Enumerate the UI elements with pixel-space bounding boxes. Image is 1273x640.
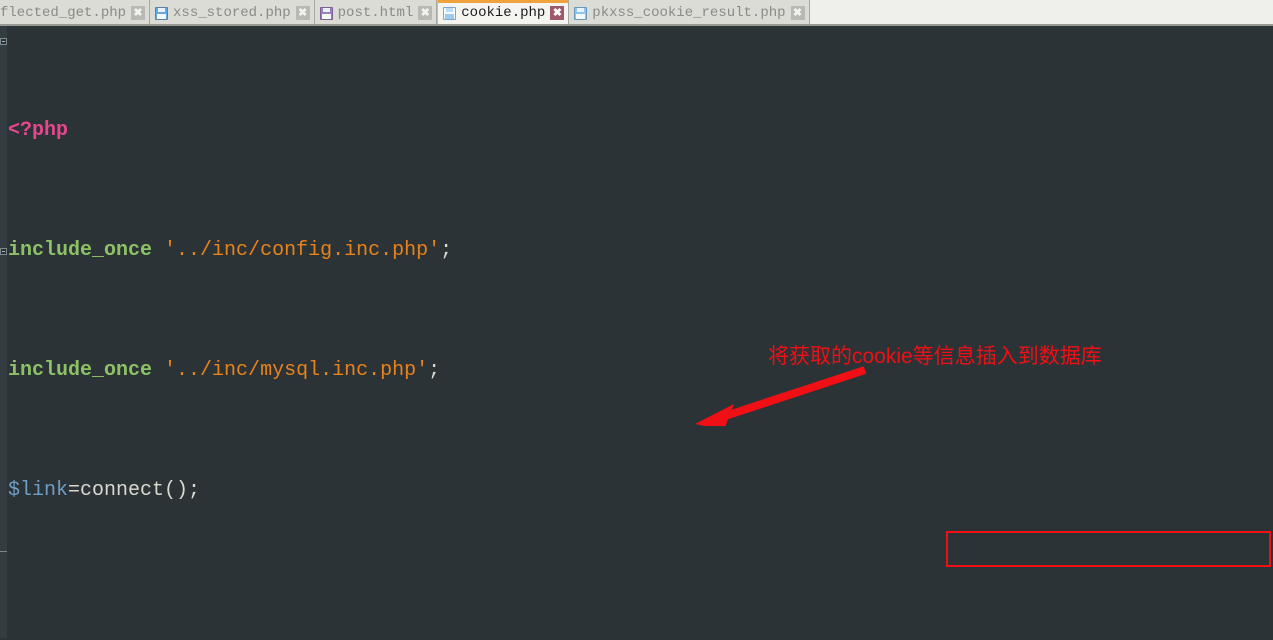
tab-label: cookie.php xyxy=(461,5,546,21)
variable-link: $link xyxy=(8,479,69,502)
tab-pkxss-cookie-result-php[interactable]: pkxss_cookie_result.php ✖ xyxy=(569,0,810,24)
tab-flected-get-php[interactable]: flected_get.php ✖ xyxy=(0,0,151,24)
tab-close-icon[interactable]: ✖ xyxy=(295,6,310,20)
tab-post-html[interactable]: post.html ✖ xyxy=(314,0,438,24)
tab-close-icon[interactable]: ✖ xyxy=(790,6,805,20)
tab-label: xss_stored.php xyxy=(173,5,291,21)
php-open-tag: <?php xyxy=(8,119,69,142)
file-icon xyxy=(319,6,333,20)
tab-close-icon[interactable]: ✖ xyxy=(418,6,433,20)
annotation-insert-note: 将获取的cookie等信息插入到数据库 xyxy=(768,345,1102,368)
keyword-include-once: include_once xyxy=(8,359,153,382)
semicolon: ; xyxy=(440,239,453,262)
string-mysql-path: '../inc/mysql.inc.php' xyxy=(164,359,429,382)
tab-cookie-php[interactable]: cookie.php ✖ xyxy=(437,0,570,24)
assign-operator: = xyxy=(68,479,81,502)
keyword-include-once: include_once xyxy=(8,239,153,262)
editor-tab-bar: flected_get.php ✖ xss_stored.php ✖ post.… xyxy=(0,0,1273,26)
file-icon xyxy=(155,6,169,20)
code-line-1: <?php xyxy=(0,116,1273,146)
tab-label: post.html xyxy=(337,5,414,21)
tab-label: pkxss_cookie_result.php xyxy=(592,5,786,21)
tab-close-icon[interactable]: ✖ xyxy=(550,6,565,20)
string-config-path: '../inc/config.inc.php' xyxy=(164,239,441,262)
tab-label: flected_get.php xyxy=(0,5,127,21)
code-line-2: include_once '../inc/config.inc.php'; xyxy=(0,236,1273,266)
semicolon: ; xyxy=(428,359,441,382)
call-connect: connect(); xyxy=(80,479,201,502)
tab-close-icon[interactable]: ✖ xyxy=(131,6,146,20)
file-icon xyxy=(574,6,588,20)
code-editor[interactable]: <?php include_once '../inc/config.inc.ph… xyxy=(0,26,1273,638)
tab-xss-stored-php[interactable]: xss_stored.php ✖ xyxy=(150,0,315,24)
file-icon xyxy=(443,6,457,20)
annotation-redirect-box xyxy=(946,531,1271,567)
code-line-5-blank xyxy=(0,596,1273,626)
code-line-4: $link=connect(); xyxy=(0,476,1273,506)
